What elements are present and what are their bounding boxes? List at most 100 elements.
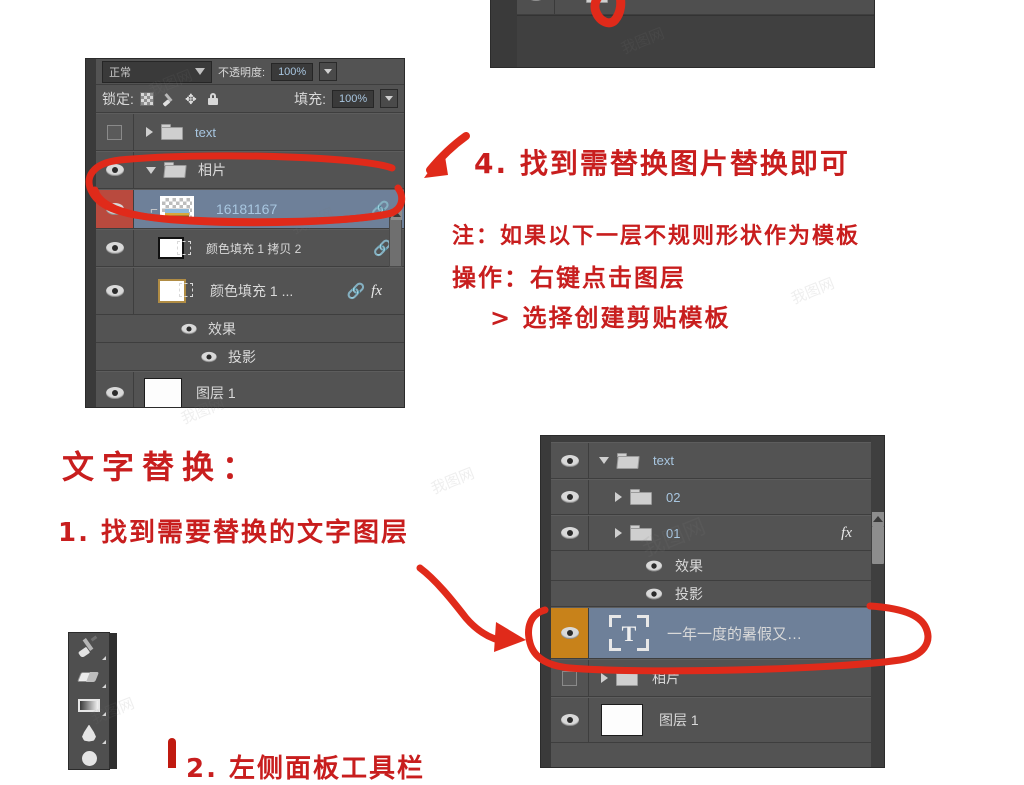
layer-row-dropshadow[interactable]: 投影 [551,581,884,607]
fill-input[interactable]: 100% [332,89,374,108]
folder-icon [630,489,652,505]
layers-panel-top: 正常 不透明度: 100% 锁定: ✥ 填充: 100% text 相片 ⌐ 1… [85,58,405,408]
layer-row-dropshadow[interactable]: 投影 [96,343,404,371]
scroll-up-button[interactable] [391,209,402,220]
watermark: 我图网 [788,274,837,308]
visibility-toggle-text[interactable] [551,443,589,478]
layer-row-16181167[interactable]: ⌐ 16181167 🔗 [96,189,404,229]
chevron-right-icon[interactable] [601,673,608,683]
layer-row-effects[interactable]: 效果 [96,315,404,343]
scrollbar-thumb[interactable] [872,526,884,564]
folder-icon [586,0,608,3]
all-lock-icon[interactable] [206,92,220,106]
layer-name: text [653,453,674,468]
chevron-down-icon[interactable] [146,166,156,174]
visibility-off-icon [562,670,577,686]
visibility-toggle-tuceng1[interactable] [551,698,589,742]
link-icon[interactable]: 🔗 [346,282,365,300]
chevron-down-icon [195,68,205,75]
visibility-toggle-pic01[interactable] [517,0,555,14]
layer-name: 图层 1 [659,712,699,728]
opacity-label: 不透明度: [218,66,266,79]
layer-name-pic01: pic01 [620,0,651,2]
layer-name: 颜色填充 1 ... [210,283,294,299]
layer-row-xiangpian[interactable]: 相片 [551,659,884,697]
triangle-up-icon [392,212,401,217]
layer-name: text [195,124,216,140]
visibility-toggle-16181167[interactable] [96,190,134,228]
layer-row-text[interactable]: text [551,442,884,479]
dodge-tool-icon[interactable] [69,747,109,769]
layer-name: 16181167 [216,201,278,217]
visibility-toggle-colorfill-1[interactable] [96,268,134,314]
visibility-toggle-tuceng1[interactable] [96,372,134,407]
layer-thumbnail[interactable] [160,196,194,222]
visibility-toggle-xiangpian[interactable] [96,152,134,188]
layer-name: 投影 [228,348,256,365]
visibility-toggle-xiangpian[interactable] [551,660,589,696]
layer-row-02[interactable]: 02 [551,479,884,515]
annotation-note1: 注：如果以下一层不规则形状作为模板 [452,224,861,249]
text-layer-thumbnail[interactable]: T [609,615,649,651]
eye-icon [105,242,124,254]
lock-options-bar: 锁定: ✥ 填充: 100% [96,85,404,113]
layer-row-xiangpian[interactable]: 相片 [96,151,404,189]
fx-icon[interactable]: fx [841,525,852,542]
link-icon[interactable]: 🔗 [371,200,390,218]
eye-icon [105,387,124,399]
blend-mode-value: 正常 [109,66,131,79]
folder-icon [616,670,638,686]
layer-row-tuceng1[interactable]: 图层 1 [96,371,404,407]
chevron-down-icon[interactable] [599,457,609,464]
eraser-tool-icon[interactable] [69,663,109,691]
layer-thumbnail[interactable] [601,704,643,736]
panel-scrollbar-thumb[interactable] [389,217,402,267]
layer-row-text-content[interactable]: T 一年一度的暑假又… [551,607,884,659]
layer-row-effects[interactable]: 效果 [551,551,884,581]
tool-expand-corner [102,740,106,744]
move-lock-icon[interactable]: ✥ [184,92,198,106]
eye-icon[interactable] [645,588,663,599]
eye-icon [105,203,124,215]
layer-row-colorfill-1[interactable]: 颜色填充 1 ... 🔗 fx [96,267,404,315]
layer-row-pic01[interactable]: pic01 [517,0,874,15]
arrow-head-1 [424,150,448,178]
fill-thumbnail[interactable] [158,237,191,259]
visibility-toggle-text-content[interactable] [551,608,589,658]
layer-row-colorfill-copy2[interactable]: 颜色填充 1 拷贝 2 🔗 [96,229,404,267]
fill-stepper[interactable] [380,89,398,108]
fx-icon[interactable]: fx [371,283,382,300]
top-panel-row-area: pic01 [517,0,874,16]
annotation-step2: 2. 左侧面板工具栏 [186,754,426,784]
layer-thumbnail[interactable] [144,378,182,407]
opacity-value: 100% [278,65,307,78]
eye-icon[interactable] [181,323,197,334]
fill-value: 100% [339,92,368,105]
eye-icon [105,285,124,297]
eye-icon[interactable] [201,351,217,362]
layer-name: 相片 [652,670,680,686]
watermark: 我图网 [428,464,477,498]
fill-thumbnail[interactable] [158,279,193,303]
panel-scrollbar[interactable] [871,436,884,767]
brush-tool-icon[interactable] [69,633,109,663]
opacity-input[interactable]: 100% [271,62,314,81]
annotation-note3: > 选择创建剪贴模板 [490,304,731,332]
layer-name: 颜色填充 1 拷贝 2 [206,241,302,256]
folder-open-icon [163,162,187,178]
layer-row-01[interactable]: 01 fx [551,515,884,551]
eye-icon [560,491,579,503]
opacity-stepper[interactable] [319,62,338,81]
chevron-right-icon[interactable] [615,528,622,538]
chevron-right-icon[interactable] [615,492,622,502]
layer-row-tuceng1[interactable]: 图层 1 [551,697,884,743]
visibility-toggle-02[interactable] [551,480,589,514]
visibility-toggle-text[interactable] [96,114,134,150]
scroll-up-button[interactable] [872,512,884,526]
folder-icon [161,124,183,140]
visibility-toggle-01[interactable] [551,516,589,550]
visibility-toggle-colorfill-copy2[interactable] [96,230,134,266]
eye-icon [105,164,124,176]
layer-row-text[interactable]: text [96,113,404,151]
chevron-right-icon[interactable] [146,127,153,137]
